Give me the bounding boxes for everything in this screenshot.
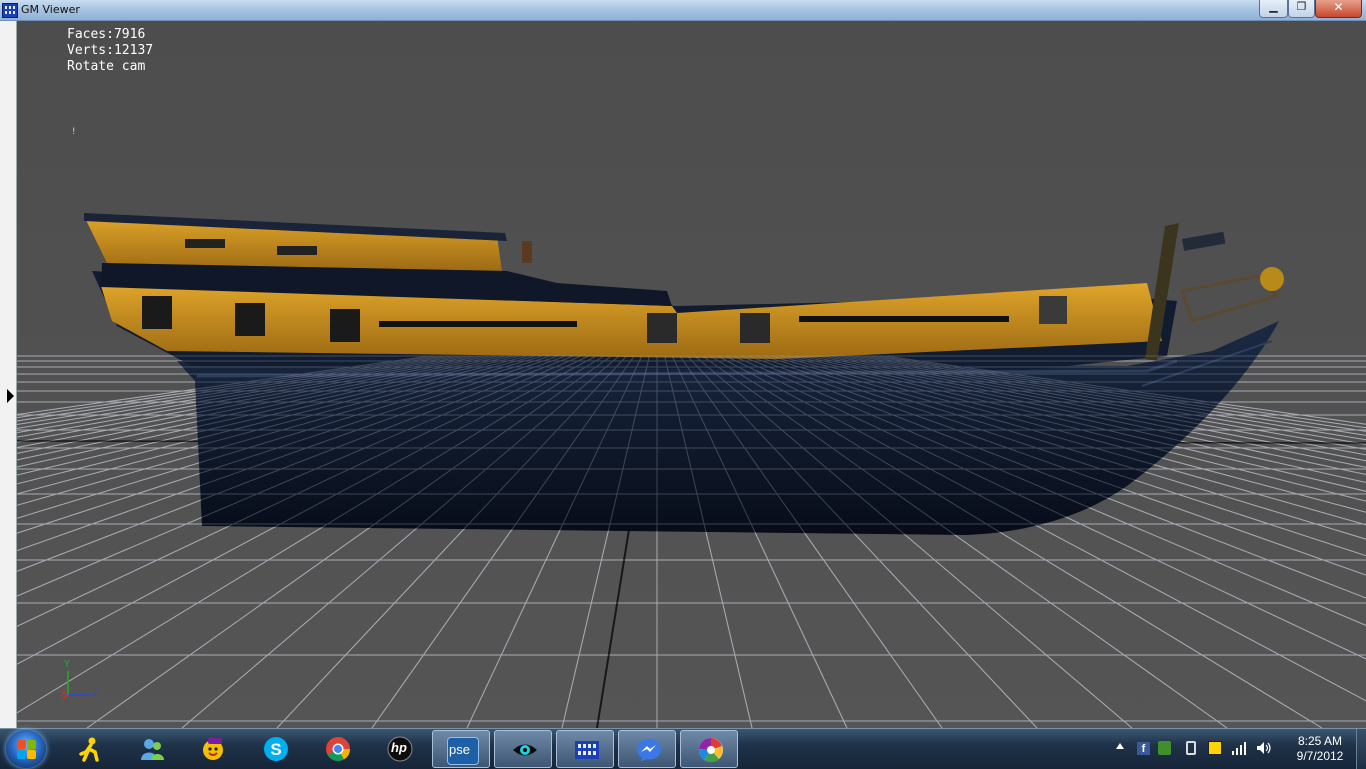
taskbar-item-windows-live-messenger[interactable]	[122, 730, 180, 768]
3d-viewport[interactable]: Faces:7916 Verts:12137 Rotate cam ! Y X …	[17, 21, 1366, 728]
show-desktop-button[interactable]	[1356, 729, 1366, 769]
flag-icon[interactable]	[1208, 741, 1222, 755]
taskbar-item-gm-viewer[interactable]	[556, 730, 614, 768]
skype-icon: S	[264, 737, 288, 761]
taskbar-item-photoshop-elements[interactable]: pse	[432, 730, 490, 768]
scene-render	[17, 21, 1366, 728]
aim-running-man-icon	[79, 737, 99, 762]
taskbar-item-eye-app[interactable]	[494, 730, 552, 768]
power-icon[interactable]	[1186, 741, 1196, 755]
start-button[interactable]	[6, 730, 46, 768]
expand-panel-arrow-icon[interactable]	[7, 389, 14, 403]
taskbar-item-yahoo-messenger[interactable]	[184, 730, 242, 768]
faces-count: Faces:7916	[67, 27, 146, 42]
volume-icon[interactable]	[1256, 741, 1272, 755]
minimize-icon: ▁	[1269, 0, 1278, 13]
verts-count: Verts:12137	[67, 43, 154, 58]
clock-date: 9/7/2012	[1296, 749, 1344, 763]
window-title: GM Viewer	[21, 3, 80, 16]
messenger-people-icon	[141, 739, 164, 760]
gm-viewer-app-icon[interactable]	[2, 3, 18, 18]
chat-bubble-icon	[637, 739, 661, 762]
camera-mode: Rotate cam	[67, 59, 146, 74]
taskbar-item-hp[interactable]: hp	[370, 730, 428, 768]
taskbar-item-skype[interactable]: S	[246, 730, 304, 768]
taskbar-item-aim[interactable]	[60, 730, 118, 768]
yahoo-smiley-icon	[203, 738, 223, 760]
show-hidden-icons-arrow[interactable]	[1116, 743, 1124, 749]
gm-viewer-icon	[575, 741, 599, 759]
close-button[interactable]: ✕	[1315, 0, 1362, 18]
maximize-icon: ❐	[1296, 0, 1307, 13]
picasa-icon	[698, 737, 723, 763]
axis-gizmo: Y X Z	[59, 659, 109, 701]
close-icon: ✕	[1333, 0, 1344, 14]
eye-icon	[513, 744, 537, 756]
taskbar-item-facebook-messenger[interactable]	[618, 730, 676, 768]
signal-bars-icon[interactable]	[1232, 741, 1246, 755]
svg-text:S: S	[270, 740, 281, 759]
axis-y-label: Y	[64, 659, 71, 670]
axis-z-label: Z	[92, 688, 99, 699]
stats-overlay: Faces:7916 Verts:12137 Rotate cam	[67, 27, 153, 75]
security-check-icon[interactable]	[1158, 741, 1171, 755]
minimize-button[interactable]: ▁	[1259, 0, 1288, 18]
pse-label: pse	[449, 742, 470, 757]
clock-time: 8:25 AM	[1297, 734, 1343, 748]
taskbar-item-picasa[interactable]	[680, 730, 738, 768]
marker-glyph: !	[71, 127, 77, 137]
taskbar-clock[interactable]: 8:25 AM 9/7/2012	[1285, 734, 1355, 764]
facebook-icon[interactable]: f	[1137, 742, 1150, 755]
title-bar[interactable]: GM Viewer ▁ ❐ ✕	[0, 0, 1366, 21]
left-panel-strip	[0, 21, 17, 728]
hp-label: hp	[391, 740, 407, 755]
maximize-button[interactable]: ❐	[1288, 0, 1315, 18]
windows-taskbar: S hp pse f 8:25 AM 9/7/2012	[0, 728, 1366, 769]
system-tray: f	[1110, 729, 1280, 769]
taskbar-item-google-chrome[interactable]	[308, 730, 366, 768]
axis-x-label: X	[61, 688, 68, 699]
chrome-icon	[326, 737, 350, 762]
